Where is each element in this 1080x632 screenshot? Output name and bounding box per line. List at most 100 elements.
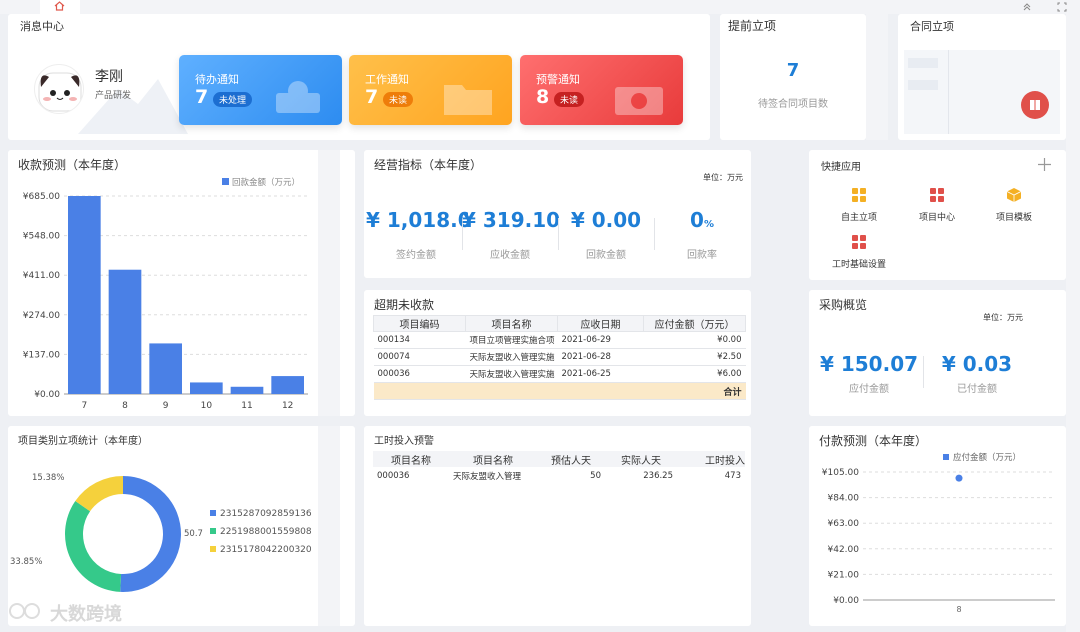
- purchase-payable: ¥ 150.07 应付金额: [817, 352, 921, 395]
- cell: ¥0.00: [643, 331, 746, 349]
- quick-app-hours-settings[interactable]: 工时基础设置: [824, 235, 894, 270]
- cat-avatar-icon: [38, 72, 82, 112]
- legend-swatch: [222, 178, 229, 185]
- col-header: 项目编码: [373, 315, 466, 332]
- kpi-collected-amount: ¥ 0.00 回款金额: [558, 208, 654, 261]
- quick-app-project-template[interactable]: 项目模板: [979, 188, 1049, 223]
- y-tick-label: ¥42.00: [828, 545, 860, 555]
- grid-icon: [852, 235, 866, 249]
- x-tick-label: 8: [122, 401, 128, 411]
- purchase-paid-value: ¥ 0.03: [941, 352, 1013, 376]
- user-name: 李刚: [95, 69, 123, 85]
- quick-app-label: 项目模板: [995, 213, 1032, 223]
- table-row[interactable]: 000074 天际友盟收入管理实施 2021-06-28 ¥2.50: [373, 348, 746, 366]
- table-row[interactable]: 000036 天际友盟收入管理实施 2021-06-25 ¥6.00: [373, 365, 746, 383]
- quick-app-self-project[interactable]: 自主立项: [824, 188, 894, 223]
- work-notice-badge: 未读: [383, 92, 414, 107]
- kpi-collection-rate: 0% 回款率: [654, 208, 750, 261]
- quick-apps-panel: 快捷应用 自主立项 项目中心 项目模板 工时基础设置: [809, 150, 1066, 280]
- legend-label: 2315287092859136: [220, 509, 312, 519]
- kpi-signed-value: ¥ 1,018.05: [366, 208, 468, 232]
- x-tick-label: 11: [241, 401, 252, 411]
- payment-forecast-panel: 付款预测（本年度） ¥105.00 ¥84.00 ¥63.00 ¥42.00 ¥21.0…: [809, 426, 1066, 626]
- work-notice-card[interactable]: 工作通知 7 未读: [349, 55, 512, 125]
- bar: [190, 382, 223, 394]
- y-tick-label: ¥411.00: [23, 271, 60, 281]
- cell: 000074: [373, 348, 466, 366]
- chevron-up-icon[interactable]: [1022, 2, 1032, 11]
- folder-icon: [444, 85, 492, 115]
- quick-app-project-center[interactable]: 项目中心: [902, 188, 972, 223]
- cell: 000134: [373, 331, 466, 349]
- home-icon[interactable]: [54, 1, 65, 11]
- bar: [149, 343, 182, 394]
- col-header: 实际人天: [605, 451, 677, 467]
- cell: 50: [590, 470, 601, 481]
- y-tick-label: ¥685.00: [23, 192, 60, 202]
- scroll-strip: [318, 426, 340, 626]
- todo-notice-badge: 未处理: [213, 92, 253, 107]
- legend-swatch: [210, 528, 216, 534]
- hours-table: 项目名称 项目名称 预估人天 实际人天 工时投入 000036 天际友盟收入管理…: [373, 451, 745, 484]
- work-notice-count: 7: [365, 86, 379, 108]
- cell: 天际友盟收入管理实施: [465, 348, 558, 366]
- donut-slice: [120, 476, 182, 592]
- contract-project-panel: 合同立项: [898, 14, 1066, 140]
- kpi-rate-suffix: %: [703, 219, 714, 230]
- x-tick-label: 10: [201, 401, 213, 411]
- y-tick-label: ¥21.00: [828, 570, 860, 580]
- table-row[interactable]: 000134 项目立项管理实施合项 2021-06-29 ¥0.00: [373, 331, 746, 349]
- contract-action-button[interactable]: [1021, 91, 1049, 119]
- legend-swatch: [943, 454, 949, 460]
- monitor-icon: [276, 81, 320, 113]
- data-point: [955, 474, 963, 482]
- cell: 2021-06-28: [557, 348, 644, 366]
- cell: 天际友盟收入管理: [453, 471, 522, 482]
- legend-label: 应付金额（万元）: [953, 452, 1021, 463]
- fullscreen-icon[interactable]: [1057, 2, 1067, 12]
- top-bar: [0, 0, 1080, 14]
- cell: 天际友盟收入管理实施: [465, 365, 558, 383]
- warning-notice-card[interactable]: 预警通知 8 未读: [520, 55, 683, 125]
- quick-app-label: 项目中心: [918, 213, 955, 223]
- cell: ¥2.50: [643, 348, 746, 366]
- cell: ¥6.00: [643, 365, 746, 383]
- home-tab[interactable]: [40, 0, 80, 14]
- x-tick-label: 7: [81, 401, 87, 411]
- y-tick-label: ¥84.00: [828, 494, 860, 504]
- category-donut-chart: 50.7 33.85% 15.38% 2315287092859136 22519880…: [10, 473, 312, 592]
- y-tick-label: ¥548.00: [23, 232, 60, 242]
- col-header: 项目名称: [449, 451, 537, 467]
- purchase-payable-label: 应付金额: [849, 384, 889, 395]
- watermark-text: 大数跨境: [50, 604, 122, 625]
- legend-label: 2251988001559808: [220, 527, 312, 537]
- col-header: 项目名称: [465, 315, 558, 332]
- kpi-unit: 单位：万元: [703, 173, 743, 182]
- early-project-panel[interactable]: 提前立项 7 待签合同项目数: [720, 14, 866, 140]
- todo-notice-title: 待办通知: [195, 73, 239, 86]
- x-tick-label: 9: [163, 401, 169, 411]
- col-header: 应收日期: [557, 315, 644, 332]
- quick-apps-title: 快捷应用: [821, 162, 861, 173]
- table-row[interactable]: 000036 天际友盟收入管理 50 236.25 473: [373, 467, 745, 484]
- y-tick-label: ¥63.00: [828, 519, 860, 529]
- slice-label: 15.38%: [32, 473, 64, 483]
- todo-notice-card[interactable]: 待办通知 7 未处理: [179, 55, 342, 125]
- grid-icon: [930, 188, 944, 202]
- kpi-title: 经营指标（本年度）: [374, 158, 483, 172]
- warning-notice-badge: 未读: [554, 92, 585, 107]
- user-department: 产品研发: [95, 91, 132, 101]
- cell: 236.25: [643, 470, 673, 481]
- kpi-collected-value: ¥ 0.00: [570, 208, 642, 232]
- plus-icon[interactable]: [1038, 158, 1051, 171]
- purchase-title: 采购概览: [819, 298, 868, 312]
- kpi-receivable-amount: ¥ 319.10 应收金额: [462, 208, 560, 261]
- avatar[interactable]: [34, 64, 84, 114]
- purchase-unit: 单位：万元: [983, 313, 1023, 322]
- collection-forecast-panel: 收款预测（本年度） ¥685.00 ¥548.00 ¥411.00 ¥274.00 ¥1…: [8, 150, 355, 416]
- bar: [68, 196, 101, 394]
- legend-swatch: [210, 546, 216, 552]
- bar: [271, 376, 304, 394]
- col-header: 应付金额（万元）: [643, 315, 746, 332]
- warning-notice-title: 预警通知: [536, 73, 580, 86]
